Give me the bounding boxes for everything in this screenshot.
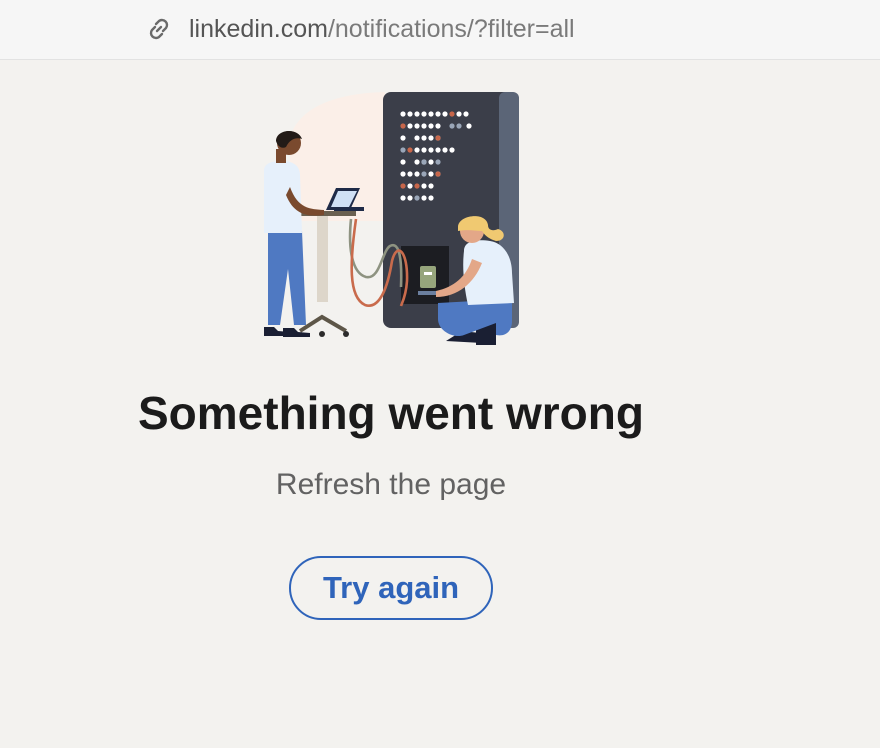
server-module <box>420 266 436 288</box>
link-icon <box>149 18 169 40</box>
try-again-button[interactable]: Try again <box>289 556 493 620</box>
desk-leg <box>317 216 328 302</box>
error-subtitle: Refresh the page <box>275 468 507 501</box>
url-path: /notifications/?filter=all <box>327 15 575 43</box>
error-page: Something went wrong Refresh the page Tr… <box>0 61 880 748</box>
url-text[interactable]: linkedin.com/notifications/?filter=all <box>189 13 575 45</box>
server-repair-illustration <box>264 92 519 345</box>
desk-base <box>298 314 348 333</box>
error-title: Something went wrong <box>138 387 644 439</box>
url-host: linkedin.com <box>189 15 328 43</box>
address-bar[interactable]: linkedin.com/notifications/?filter=all <box>0 0 880 60</box>
